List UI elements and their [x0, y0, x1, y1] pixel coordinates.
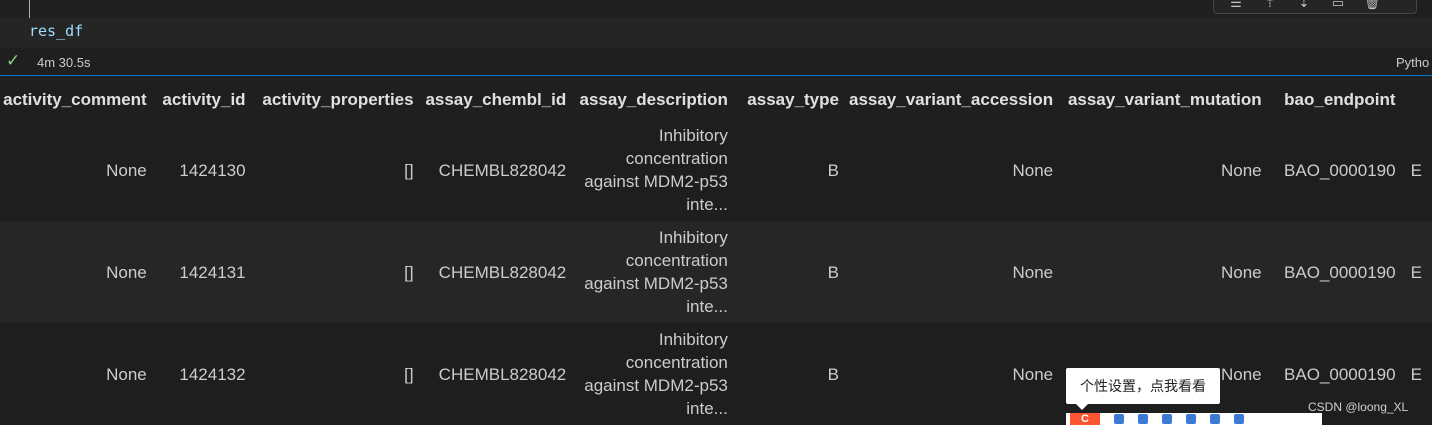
table-row: None 1424130 [] CHEMBL828042 Inhibitory …: [0, 119, 1432, 221]
watermark-text: CSDN @loong_XL: [1308, 400, 1409, 414]
table-cell: None: [848, 221, 1064, 323]
run-by-line-icon[interactable]: ☰: [1226, 0, 1246, 10]
table-cell: 1424132: [156, 323, 256, 425]
execute-below-icon[interactable]: ⇣: [1294, 0, 1314, 10]
table-cell: E: [1405, 119, 1432, 221]
toolbar-icon[interactable]: [1138, 414, 1148, 424]
execution-time: 4m 30.5s: [37, 55, 91, 70]
table-cell: None: [0, 119, 157, 221]
toolbar-icon[interactable]: [1234, 414, 1244, 424]
table-cell: B: [737, 119, 849, 221]
column-header: activity_comment: [0, 80, 157, 119]
column-header: assay_description: [576, 80, 738, 119]
table-row: None 1424131 [] CHEMBL828042 Inhibitory …: [0, 221, 1432, 323]
kernel-label[interactable]: Pytho: [1396, 55, 1429, 70]
column-header: activity_properties: [255, 80, 424, 119]
column-header: assay_chembl_id: [423, 80, 577, 119]
table-cell: E: [1405, 323, 1432, 425]
column-header: assay_variant_mutation: [1063, 80, 1272, 119]
table-cell: E: [1405, 221, 1432, 323]
text-cursor: [29, 0, 30, 19]
toolbar-icon[interactable]: [1114, 414, 1124, 424]
check-icon: ✓: [6, 51, 21, 70]
cell-toolbar: ☰ ⇡ ⇣ ▭ 🗑: [1213, 0, 1417, 14]
table-cell: []: [255, 221, 424, 323]
table-cell: 1424131: [156, 221, 256, 323]
column-header: assay_variant_accession: [848, 80, 1064, 119]
code-line-highlight: [0, 18, 1432, 48]
toolbar-icon[interactable]: [1210, 414, 1220, 424]
toolbar-icon[interactable]: [1162, 414, 1172, 424]
column-header: activity_id: [156, 80, 256, 119]
column-header: bao_endpoint: [1271, 80, 1406, 119]
table-cell: BAO_0000190: [1271, 221, 1406, 323]
split-cell-icon[interactable]: ▭: [1328, 0, 1348, 10]
table-cell: Inhibitory concentration against MDM2-p5…: [576, 221, 738, 323]
floating-toolbar: C: [1066, 413, 1322, 425]
table-cell: []: [255, 323, 424, 425]
table-cell: None: [848, 119, 1064, 221]
table-cell: 1424130: [156, 119, 256, 221]
toolbar-icon[interactable]: [1186, 414, 1196, 424]
table-cell: B: [737, 221, 849, 323]
table-header-row: activity_comment activity_id activity_pr…: [0, 80, 1432, 119]
cell-status-row: ✓ 4m 30.5s Pytho: [0, 50, 1432, 74]
settings-tooltip[interactable]: 个性设置，点我看看: [1066, 368, 1220, 410]
table-cell: None: [848, 323, 1064, 425]
table-cell: None: [0, 221, 157, 323]
table-cell: CHEMBL828042: [423, 119, 577, 221]
delete-icon[interactable]: 🗑: [1362, 0, 1382, 10]
column-header: assay_type: [737, 80, 849, 119]
table-cell: Inhibitory concentration against MDM2-p5…: [576, 323, 738, 425]
table-cell: None: [1063, 221, 1272, 323]
cell-divider: [0, 75, 1432, 76]
table-cell: Inhibitory concentration against MDM2-p5…: [576, 119, 738, 221]
code-text[interactable]: res_df: [29, 22, 83, 40]
table-cell: None: [0, 323, 157, 425]
table-cell: BAO_0000190: [1271, 119, 1406, 221]
csdn-logo-icon[interactable]: C: [1070, 413, 1100, 425]
table-cell: B: [737, 323, 849, 425]
table-cell: []: [255, 119, 424, 221]
execute-above-icon[interactable]: ⇡: [1260, 0, 1280, 10]
table-cell: CHEMBL828042: [423, 323, 577, 425]
table-cell: CHEMBL828042: [423, 221, 577, 323]
column-header: [1405, 80, 1432, 119]
code-cell[interactable]: res_df ☰ ⇡ ⇣ ▭ 🗑: [0, 0, 1432, 48]
table-cell: None: [1063, 119, 1272, 221]
